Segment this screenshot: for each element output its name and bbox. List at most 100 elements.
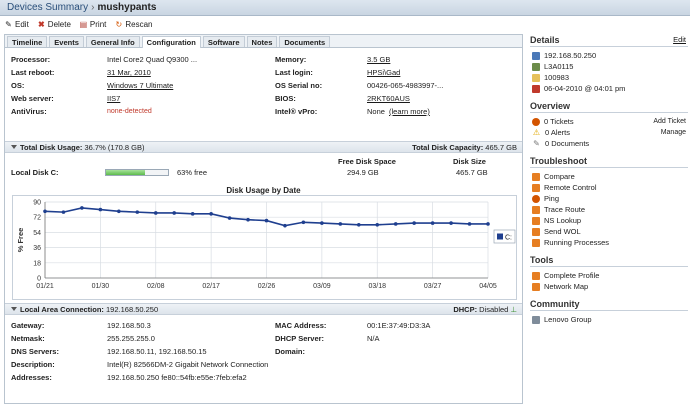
disk-size-value: 465.7 GB <box>456 168 488 177</box>
total-disk-capacity: Total Disk Capacity: 465.7 GB <box>412 142 517 153</box>
lan-bar[interactable]: Local Area Connection: 192.168.50.250 DH… <box>5 303 522 315</box>
processor-value: Intel Core2 Quad Q9300 ... <box>107 55 198 64</box>
tab-software[interactable]: Software <box>202 36 245 47</box>
data-point <box>98 207 103 212</box>
network-map-icon <box>532 282 540 291</box>
disk-free-progress-fill <box>106 170 146 175</box>
vpro-learn-more-link[interactable]: (learn more) <box>389 106 430 117</box>
lan-title: Local Area Connection: <box>20 305 104 314</box>
x-tick-label: 03/27 <box>424 283 442 290</box>
rescan-label: Rescan <box>125 19 153 29</box>
paperclip-icon: ✎ <box>533 139 540 148</box>
profile-icon <box>532 271 540 280</box>
tab-events[interactable]: Events <box>49 36 84 47</box>
tab-documents[interactable]: Documents <box>279 36 331 47</box>
data-point <box>375 223 380 227</box>
manage-link[interactable]: Manage <box>661 127 686 138</box>
tab-general-info[interactable]: General Info <box>85 36 140 47</box>
data-point <box>467 222 472 226</box>
total-disk-capacity-label: Total Disk Capacity: <box>412 143 484 152</box>
tab-timeline[interactable]: Timeline <box>7 36 48 47</box>
disk-free-percent: 63% free <box>177 168 208 177</box>
data-point <box>135 210 140 214</box>
main-panel: Timeline Events General Info Configurati… <box>4 34 523 404</box>
y-axis-label: % Free <box>16 228 25 253</box>
data-point <box>393 222 398 226</box>
chart-title: Disk Usage by Date <box>226 186 301 195</box>
remote-control-link[interactable]: Remote Control <box>530 182 688 193</box>
compare-link[interactable]: Compare <box>530 171 688 182</box>
documents-item[interactable]: ✎ 0 Documents <box>530 138 688 149</box>
trace-route-link[interactable]: Trace Route <box>530 204 688 215</box>
send-wol-icon <box>532 227 540 236</box>
addresses-label: Addresses: <box>11 373 52 382</box>
x-tick-label: 01/21 <box>36 283 54 290</box>
detail-name-value: L3A0115 <box>544 62 574 71</box>
netmask-value: 255.255.255.0 <box>107 334 155 343</box>
community-header: Community <box>530 298 688 311</box>
details-edit-link[interactable]: Edit <box>673 34 686 46</box>
data-point <box>486 222 490 226</box>
bios-link[interactable]: 2RKT60AUS <box>367 93 410 104</box>
x-tick-label: 02/08 <box>147 283 165 290</box>
data-point <box>61 210 66 214</box>
network-map-link[interactable]: Network Map <box>530 281 688 292</box>
tab-configuration[interactable]: Configuration <box>141 36 201 48</box>
last-reboot-link[interactable]: 31 Mar, 2010 <box>107 67 151 78</box>
last-login-link[interactable]: HPSi\Gad <box>367 67 400 78</box>
send-wol-link[interactable]: Send WOL <box>530 226 688 237</box>
data-point <box>246 217 250 222</box>
gateway-label: Gateway: <box>11 321 45 330</box>
remote-control-label: Remote Control <box>544 183 597 192</box>
data-point <box>301 220 306 225</box>
tools-header: Tools <box>530 254 688 267</box>
data-point <box>43 209 47 214</box>
overview-title: Overview <box>530 101 571 111</box>
documents-value: 0 Documents <box>545 139 590 148</box>
rescan-button[interactable]: ↻ Rescan <box>114 19 153 29</box>
edit-button[interactable]: ✎ Edit <box>4 20 29 29</box>
data-point <box>283 223 287 228</box>
os-link[interactable]: Windows 7 Ultimate <box>107 80 173 91</box>
x-tick-label: 03/09 <box>313 283 331 290</box>
data-point <box>449 221 453 225</box>
ping-link[interactable]: Ping <box>530 193 688 204</box>
complete-profile-link[interactable]: Complete Profile <box>530 270 688 281</box>
lenovo-group-label: Lenovo Group <box>544 315 592 324</box>
vpro-value: None <box>367 107 385 116</box>
lenovo-group-link[interactable]: Lenovo Group <box>530 314 688 325</box>
ticket-icon <box>532 117 540 126</box>
disk-usage-bar[interactable]: Total Disk Usage: 36.7% (170.8 GB) Total… <box>5 141 522 153</box>
x-tick-label: 03/18 <box>368 283 386 290</box>
dhcp-server-value: N/A <box>367 334 380 343</box>
legend-swatch <box>497 233 503 240</box>
os-serial-label: OS Serial no: <box>275 81 323 90</box>
ns-lookup-link[interactable]: NS Lookup <box>530 215 688 226</box>
y-tick-label: 36 <box>33 245 41 252</box>
detail-ip-value: 192.168.50.250 <box>544 51 597 60</box>
breadcrumb-devices-summary[interactable]: Devices Summary <box>7 2 88 13</box>
tab-notes[interactable]: Notes <box>246 36 278 47</box>
ping-label: Ping <box>544 194 560 203</box>
last-reboot-label: Last reboot: <box>11 68 55 77</box>
dhcp-status: DHCP: Disabled ⊥ <box>453 304 517 315</box>
disk-size-header: Disk Size <box>453 157 486 166</box>
data-point <box>264 218 269 223</box>
delete-button[interactable]: ✖ Delete <box>37 20 71 29</box>
processor-label: Processor: <box>11 55 51 64</box>
add-ticket-link[interactable]: Add Ticket <box>653 116 686 127</box>
overview-header: Overview <box>530 100 688 113</box>
alerts-item[interactable]: ⚠ 0 Alerts Manage <box>530 127 688 138</box>
memory-link[interactable]: 3.5 GB <box>367 54 390 65</box>
ip-network-icon <box>532 51 540 60</box>
community-title: Community <box>530 299 580 309</box>
total-disk-usage-label: Total Disk Usage: <box>20 143 83 152</box>
community-icon <box>532 315 540 324</box>
calendar-icon <box>532 84 540 93</box>
running-processes-link[interactable]: Running Processes <box>530 237 688 248</box>
web-server-link[interactable]: IIS7 <box>107 93 120 104</box>
tickets-item[interactable]: 0 Tickets Add Ticket <box>530 116 688 127</box>
free-disk-space-header: Free Disk Space <box>338 157 396 166</box>
print-button[interactable]: ▤ Print <box>79 20 107 29</box>
y-tick-label: 0 <box>37 276 41 283</box>
